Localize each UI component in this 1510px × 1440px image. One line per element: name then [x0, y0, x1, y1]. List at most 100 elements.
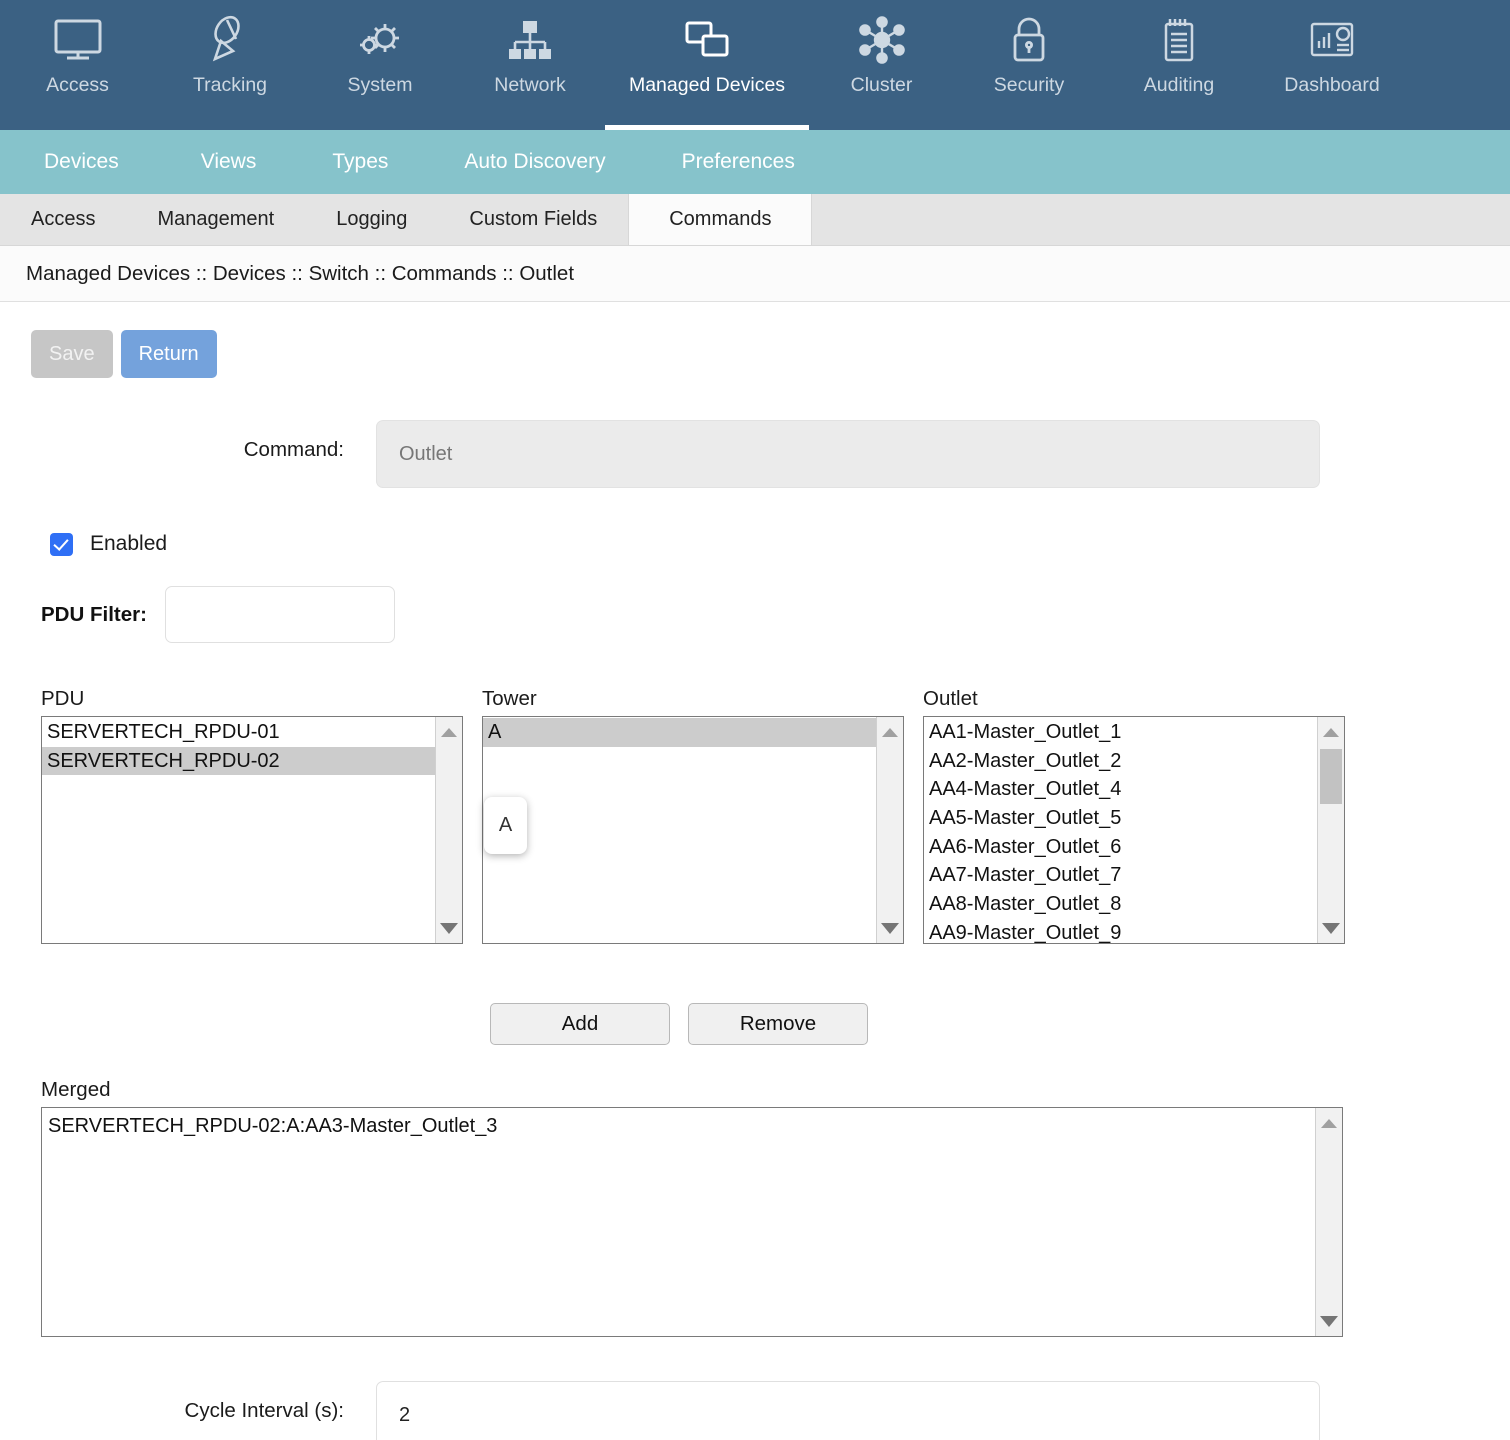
tower-list-label: Tower [482, 687, 904, 711]
merged-scrollbar[interactable] [1315, 1108, 1342, 1336]
merged-value: SERVERTECH_RPDU-02:A:AA3-Master_Outlet_3 [42, 1108, 1315, 1336]
nav-item-label: Network [494, 74, 566, 97]
outlet-list-label: Outlet [923, 687, 1345, 711]
scroll-down-icon[interactable] [436, 917, 462, 939]
outlet-listbox[interactable]: AA1-Master_Outlet_1 AA2-Master_Outlet_2 … [923, 716, 1345, 944]
nav-item-cluster[interactable]: Cluster [809, 0, 954, 130]
scroll-up-icon[interactable] [436, 721, 462, 743]
nav-item-label: Tracking [193, 74, 267, 97]
return-button[interactable]: Return [121, 330, 217, 378]
scroll-up-icon[interactable] [877, 721, 903, 743]
nav-item-tracking[interactable]: Tracking [155, 0, 305, 130]
scroll-down-icon[interactable] [877, 917, 903, 939]
list-item[interactable]: AA6-Master_Outlet_6 [924, 833, 1317, 862]
cluster-nodes-icon [857, 12, 907, 68]
padlock-icon [1006, 12, 1052, 68]
merged-label: Merged [41, 1078, 1510, 1102]
nav-item-label: Managed Devices [629, 74, 785, 97]
subtab-access[interactable]: Access [0, 194, 126, 245]
primary-navigation: Access Tracking System [0, 0, 1510, 130]
scroll-up-icon[interactable] [1318, 721, 1344, 743]
nav-item-auditing[interactable]: Auditing [1104, 0, 1254, 130]
scroll-up-icon[interactable] [1316, 1112, 1342, 1134]
notepad-icon [1156, 12, 1202, 68]
pdu-filter-input[interactable] [165, 586, 395, 643]
pdu-filter-row: PDU Filter: [0, 586, 1510, 643]
outlet-scrollbar[interactable] [1317, 717, 1344, 943]
nav-item-access[interactable]: Access [0, 0, 155, 130]
nav-item-label: Dashboard [1284, 74, 1379, 97]
monitor-icon [52, 12, 104, 68]
list-item[interactable]: AA8-Master_Outlet_8 [924, 890, 1317, 919]
list-item[interactable]: AA9-Master_Outlet_9 [924, 919, 1317, 943]
pdu-filter-label: PDU Filter: [41, 603, 155, 627]
list-item[interactable]: AA2-Master_Outlet_2 [924, 747, 1317, 776]
network-tree-icon [505, 12, 555, 68]
breadcrumb: Managed Devices :: Devices :: Switch :: … [0, 246, 1510, 302]
tower-listbox[interactable]: A [482, 716, 904, 944]
command-input [376, 420, 1320, 488]
nav-item-label: Auditing [1144, 74, 1214, 97]
merged-textarea[interactable]: SERVERTECH_RPDU-02:A:AA3-Master_Outlet_3 [41, 1107, 1343, 1337]
nav-item-label: Security [994, 74, 1064, 97]
list-item[interactable]: AA7-Master_Outlet_7 [924, 861, 1317, 890]
cycle-interval-label: Cycle Interval (s): [0, 1381, 344, 1423]
active-tab-indicator [605, 125, 809, 130]
pdu-listbox[interactable]: SERVERTECH_RPDU-01 SERVERTECH_RPDU-02 [41, 716, 463, 944]
subtab-management[interactable]: Management [126, 194, 305, 245]
gears-icon [354, 12, 406, 68]
tower-tooltip: A [484, 797, 527, 854]
dashboard-chart-icon [1307, 12, 1357, 68]
nav-item-managed-devices[interactable]: Managed Devices [605, 0, 809, 130]
outlet-listbox-items: AA1-Master_Outlet_1 AA2-Master_Outlet_2 … [924, 717, 1317, 943]
list-item[interactable]: AA5-Master_Outlet_5 [924, 804, 1317, 833]
tab-auto-discovery[interactable]: Auto Discovery [426, 130, 643, 194]
cycle-interval-input[interactable] [376, 1381, 1320, 1440]
nav-item-label: System [347, 74, 412, 97]
subtab-custom-fields[interactable]: Custom Fields [438, 194, 628, 245]
scroll-down-icon[interactable] [1316, 1310, 1342, 1332]
enabled-label: Enabled [90, 532, 167, 556]
pdu-scrollbar[interactable] [435, 717, 462, 943]
tab-preferences[interactable]: Preferences [644, 130, 833, 194]
merged-section: Merged SERVERTECH_RPDU-02:A:AA3-Master_O… [0, 1078, 1510, 1337]
subtabs-filler [812, 194, 1510, 245]
nav-item-network[interactable]: Network [455, 0, 605, 130]
transfer-button-row: Add Remove [0, 1003, 1510, 1045]
save-button[interactable]: Save [31, 330, 113, 378]
pdu-listbox-items: SERVERTECH_RPDU-01 SERVERTECH_RPDU-02 [42, 717, 435, 943]
enabled-checkbox-row: Enabled [0, 532, 1510, 556]
list-item[interactable]: SERVERTECH_RPDU-01 [42, 718, 435, 747]
tower-scrollbar[interactable] [876, 717, 903, 943]
tower-list-column: Tower A A [482, 687, 904, 944]
list-item[interactable]: AA1-Master_Outlet_1 [924, 718, 1317, 747]
satellite-dish-icon [205, 12, 255, 68]
enabled-checkbox[interactable] [50, 533, 73, 556]
nav-item-label: Cluster [851, 74, 913, 97]
secondary-navigation: Devices Views Types Auto Discovery Prefe… [0, 130, 1510, 194]
tab-views[interactable]: Views [163, 130, 295, 194]
nav-item-system[interactable]: System [305, 0, 455, 130]
selection-lists: PDU SERVERTECH_RPDU-01 SERVERTECH_RPDU-0… [0, 687, 1510, 944]
nav-item-label: Access [46, 74, 109, 97]
scrollbar-thumb[interactable] [1320, 749, 1342, 804]
pdu-list-label: PDU [41, 687, 463, 711]
pdu-list-column: PDU SERVERTECH_RPDU-01 SERVERTECH_RPDU-0… [41, 687, 463, 944]
tab-devices[interactable]: Devices [0, 130, 163, 194]
list-item[interactable]: SERVERTECH_RPDU-02 [42, 747, 435, 776]
main-content: Save Return Command: Enabled PDU Filter:… [0, 302, 1510, 1440]
subtab-commands[interactable]: Commands [628, 194, 812, 245]
cycle-interval-row: Cycle Interval (s): [0, 1381, 1510, 1440]
nav-item-security[interactable]: Security [954, 0, 1104, 130]
breadcrumb-text: Managed Devices :: Devices :: Switch :: … [26, 262, 574, 286]
list-item[interactable]: A [483, 718, 876, 747]
add-button[interactable]: Add [490, 1003, 670, 1045]
windows-stack-icon [681, 12, 733, 68]
scroll-down-icon[interactable] [1318, 917, 1344, 939]
tab-types[interactable]: Types [294, 130, 426, 194]
nav-item-dashboard[interactable]: Dashboard [1254, 0, 1410, 130]
subtab-logging[interactable]: Logging [305, 194, 438, 245]
list-item[interactable]: AA4-Master_Outlet_4 [924, 775, 1317, 804]
tertiary-navigation: Access Management Logging Custom Fields … [0, 194, 1510, 246]
remove-button[interactable]: Remove [688, 1003, 868, 1045]
